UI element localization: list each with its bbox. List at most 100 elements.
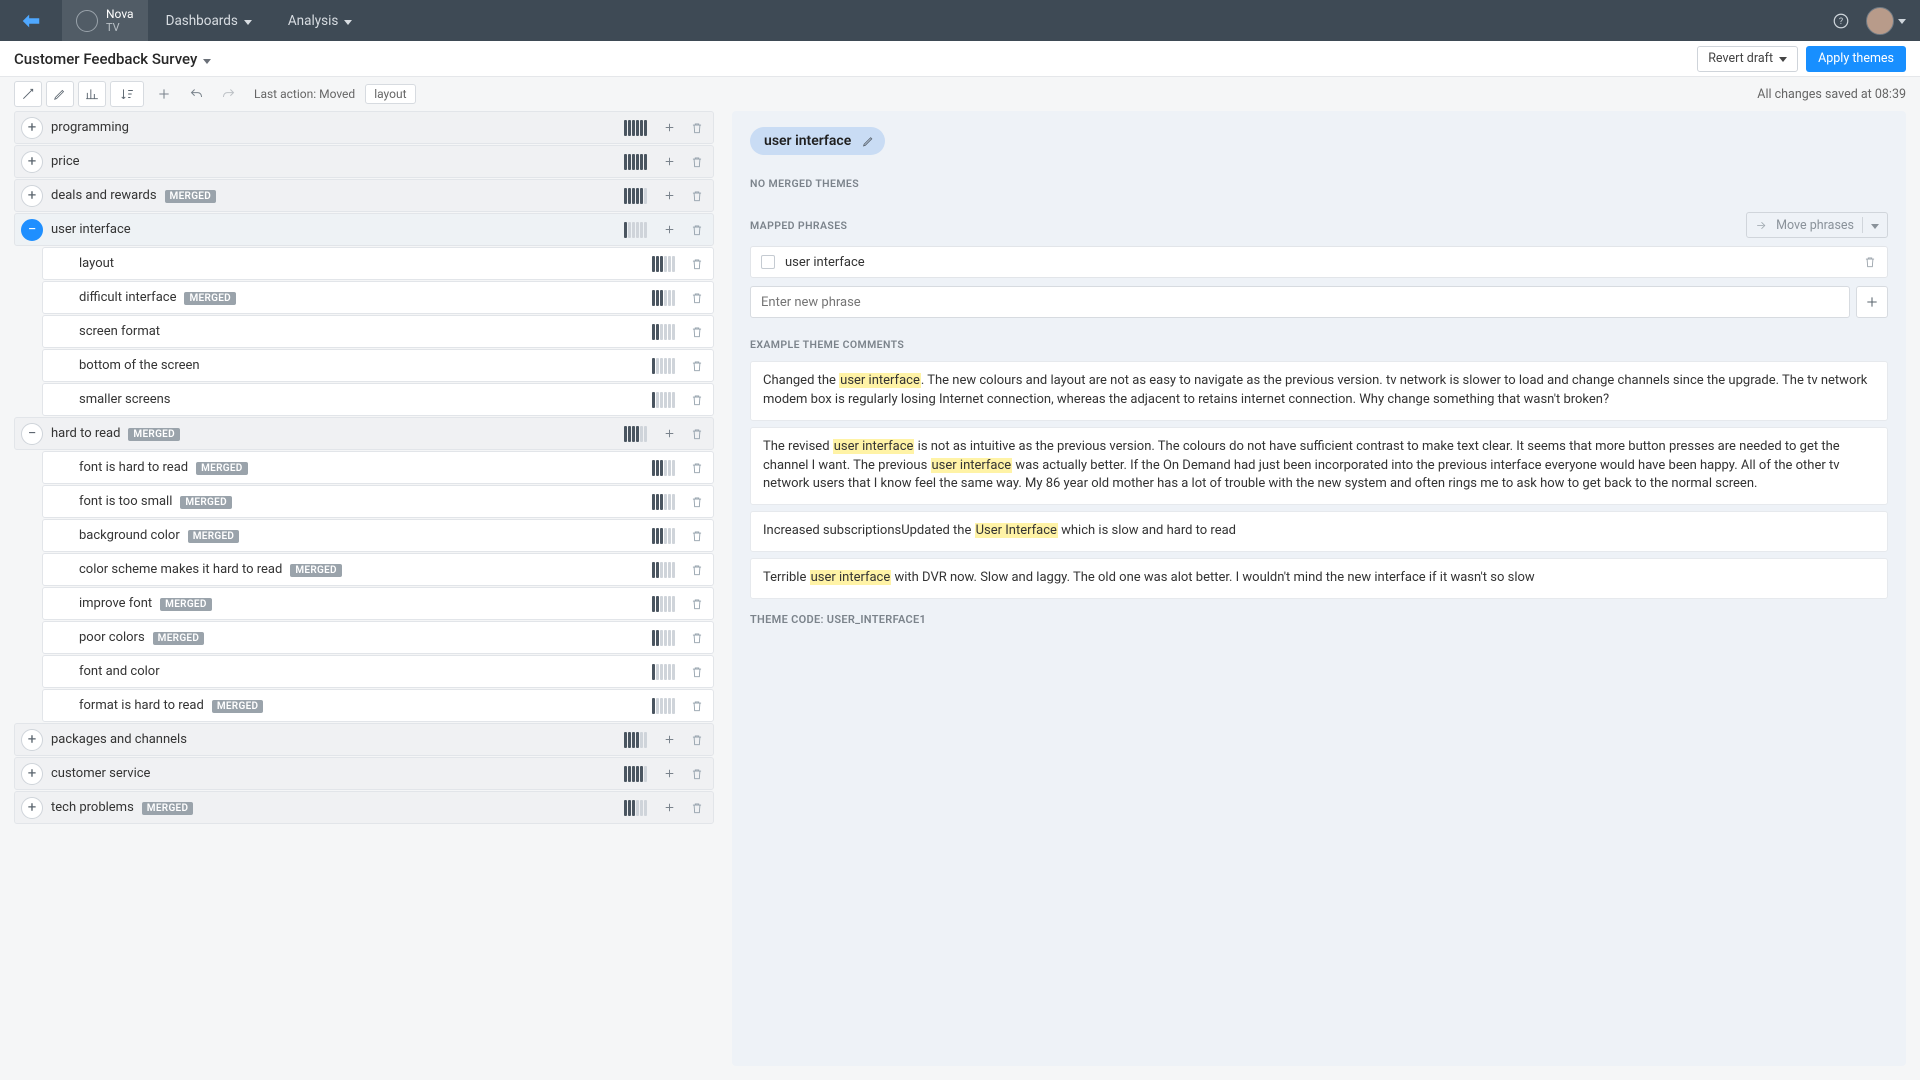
theme-row[interactable]: +font is too smallMERGED	[42, 485, 714, 518]
theme-row[interactable]: +improve fontMERGED	[42, 587, 714, 620]
delete-theme-icon[interactable]	[685, 626, 709, 650]
add-subtheme-icon[interactable]	[657, 422, 681, 446]
move-phrases-button[interactable]: Move phrases	[1746, 212, 1888, 238]
delete-theme-icon[interactable]	[685, 524, 709, 548]
tool-pencil[interactable]	[46, 81, 74, 107]
add-subtheme-icon[interactable]	[657, 150, 681, 174]
redo-button[interactable]	[216, 82, 240, 106]
add-subtheme-icon[interactable]	[657, 184, 681, 208]
undo-button[interactable]	[184, 82, 208, 106]
frequency-bars	[624, 154, 647, 170]
theme-row[interactable]: +packages and channels	[14, 723, 714, 756]
add-subtheme-icon[interactable]	[657, 218, 681, 242]
app-logo[interactable]	[0, 0, 62, 41]
add-subtheme-icon[interactable]	[657, 728, 681, 752]
delete-theme-icon[interactable]	[685, 728, 709, 752]
nav-analysis[interactable]: Analysis	[270, 0, 371, 41]
theme-row[interactable]: +font is hard to readMERGED	[42, 451, 714, 484]
theme-row[interactable]: −user interface	[14, 213, 714, 246]
delete-theme-icon[interactable]	[685, 286, 709, 310]
delete-theme-icon[interactable]	[685, 592, 709, 616]
theme-row[interactable]: −hard to readMERGED	[14, 417, 714, 450]
apply-themes-button[interactable]: Apply themes	[1806, 46, 1906, 72]
expand-icon[interactable]: +	[21, 151, 43, 173]
expand-icon[interactable]: +	[21, 797, 43, 819]
theme-row[interactable]: +font and color	[42, 655, 714, 688]
theme-row[interactable]: +format is hard to readMERGED	[42, 689, 714, 722]
expand-icon[interactable]: +	[21, 729, 43, 751]
theme-name: price	[49, 154, 624, 169]
merged-badge: MERGED	[290, 564, 342, 577]
theme-name: difficult interfaceMERGED	[77, 290, 652, 305]
tool-add[interactable]	[152, 82, 176, 106]
delete-theme-icon[interactable]	[685, 354, 709, 378]
theme-name: customer service	[49, 766, 624, 781]
help-button[interactable]: ?	[1824, 4, 1858, 38]
merged-badge: MERGED	[128, 428, 180, 441]
delete-theme-icon[interactable]	[685, 150, 709, 174]
delete-theme-icon[interactable]	[685, 660, 709, 684]
revert-draft-button[interactable]: Revert draft	[1697, 46, 1798, 72]
delete-theme-icon[interactable]	[685, 796, 709, 820]
nav-dashboards[interactable]: Dashboards	[148, 0, 270, 41]
delete-theme-icon[interactable]	[685, 456, 709, 480]
add-subtheme-icon[interactable]	[657, 796, 681, 820]
delete-theme-icon[interactable]	[685, 252, 709, 276]
delete-phrase-icon[interactable]	[1863, 255, 1877, 269]
theme-name: programming	[49, 120, 624, 135]
user-menu-caret[interactable]	[1898, 13, 1906, 28]
theme-row[interactable]: + programming	[14, 111, 714, 144]
new-phrase-input[interactable]	[750, 286, 1850, 318]
tool-wand[interactable]	[14, 81, 42, 107]
frequency-bars	[652, 630, 675, 646]
tool-chart[interactable]	[78, 81, 106, 107]
delete-theme-icon[interactable]	[685, 762, 709, 786]
theme-row[interactable]: + customer service	[14, 757, 714, 790]
delete-theme-icon[interactable]	[685, 218, 709, 242]
theme-row[interactable]: + price	[14, 145, 714, 178]
collapse-icon[interactable]: −	[21, 423, 43, 445]
save-status: All changes saved at 08:39	[1757, 87, 1906, 102]
phrase-checkbox[interactable]	[761, 255, 775, 269]
theme-row[interactable]: +bottom of the screen	[42, 349, 714, 382]
add-subtheme-icon[interactable]	[657, 762, 681, 786]
expand-icon[interactable]: +	[21, 117, 43, 139]
last-action-label: Last action: Moved	[254, 87, 355, 101]
add-phrase-button[interactable]	[1856, 286, 1888, 318]
theme-name: font is hard to readMERGED	[77, 460, 652, 475]
delete-theme-icon[interactable]	[685, 320, 709, 344]
theme-name: hard to readMERGED	[49, 426, 624, 441]
delete-theme-icon[interactable]	[685, 422, 709, 446]
workspace-switcher[interactable]: Nova TV	[62, 0, 148, 41]
user-avatar[interactable]	[1866, 7, 1894, 35]
theme-row[interactable]: +difficult interfaceMERGED	[42, 281, 714, 314]
theme-row[interactable]: +smaller screens	[42, 383, 714, 416]
delete-theme-icon[interactable]	[685, 694, 709, 718]
theme-row[interactable]: +background colorMERGED	[42, 519, 714, 552]
frequency-bars	[652, 698, 675, 714]
merged-badge: MERGED	[142, 802, 194, 815]
delete-theme-icon[interactable]	[685, 184, 709, 208]
expand-icon[interactable]: +	[21, 185, 43, 207]
theme-row[interactable]: +tech problemsMERGED	[14, 791, 714, 824]
theme-name: deals and rewardsMERGED	[49, 188, 624, 203]
theme-row[interactable]: +layout	[42, 247, 714, 280]
tool-sort[interactable]	[110, 81, 144, 107]
merged-badge: MERGED	[153, 632, 205, 645]
theme-name: poor colorsMERGED	[77, 630, 652, 645]
edit-theme-icon[interactable]	[862, 135, 875, 148]
expand-icon[interactable]: +	[21, 763, 43, 785]
page-title-dropdown[interactable]: Customer Feedback Survey	[14, 50, 211, 68]
theme-row[interactable]: +screen format	[42, 315, 714, 348]
delete-theme-icon[interactable]	[685, 116, 709, 140]
add-subtheme-icon[interactable]	[657, 116, 681, 140]
delete-theme-icon[interactable]	[685, 558, 709, 582]
collapse-icon[interactable]: −	[21, 219, 43, 241]
delete-theme-icon[interactable]	[685, 490, 709, 514]
theme-row[interactable]: +color scheme makes it hard to readMERGE…	[42, 553, 714, 586]
theme-row[interactable]: + deals and rewardsMERGED	[14, 179, 714, 212]
page-header: Customer Feedback Survey Revert draft Ap…	[0, 41, 1920, 77]
theme-row[interactable]: +poor colorsMERGED	[42, 621, 714, 654]
delete-theme-icon[interactable]	[685, 388, 709, 412]
theme-name: bottom of the screen	[77, 358, 652, 373]
